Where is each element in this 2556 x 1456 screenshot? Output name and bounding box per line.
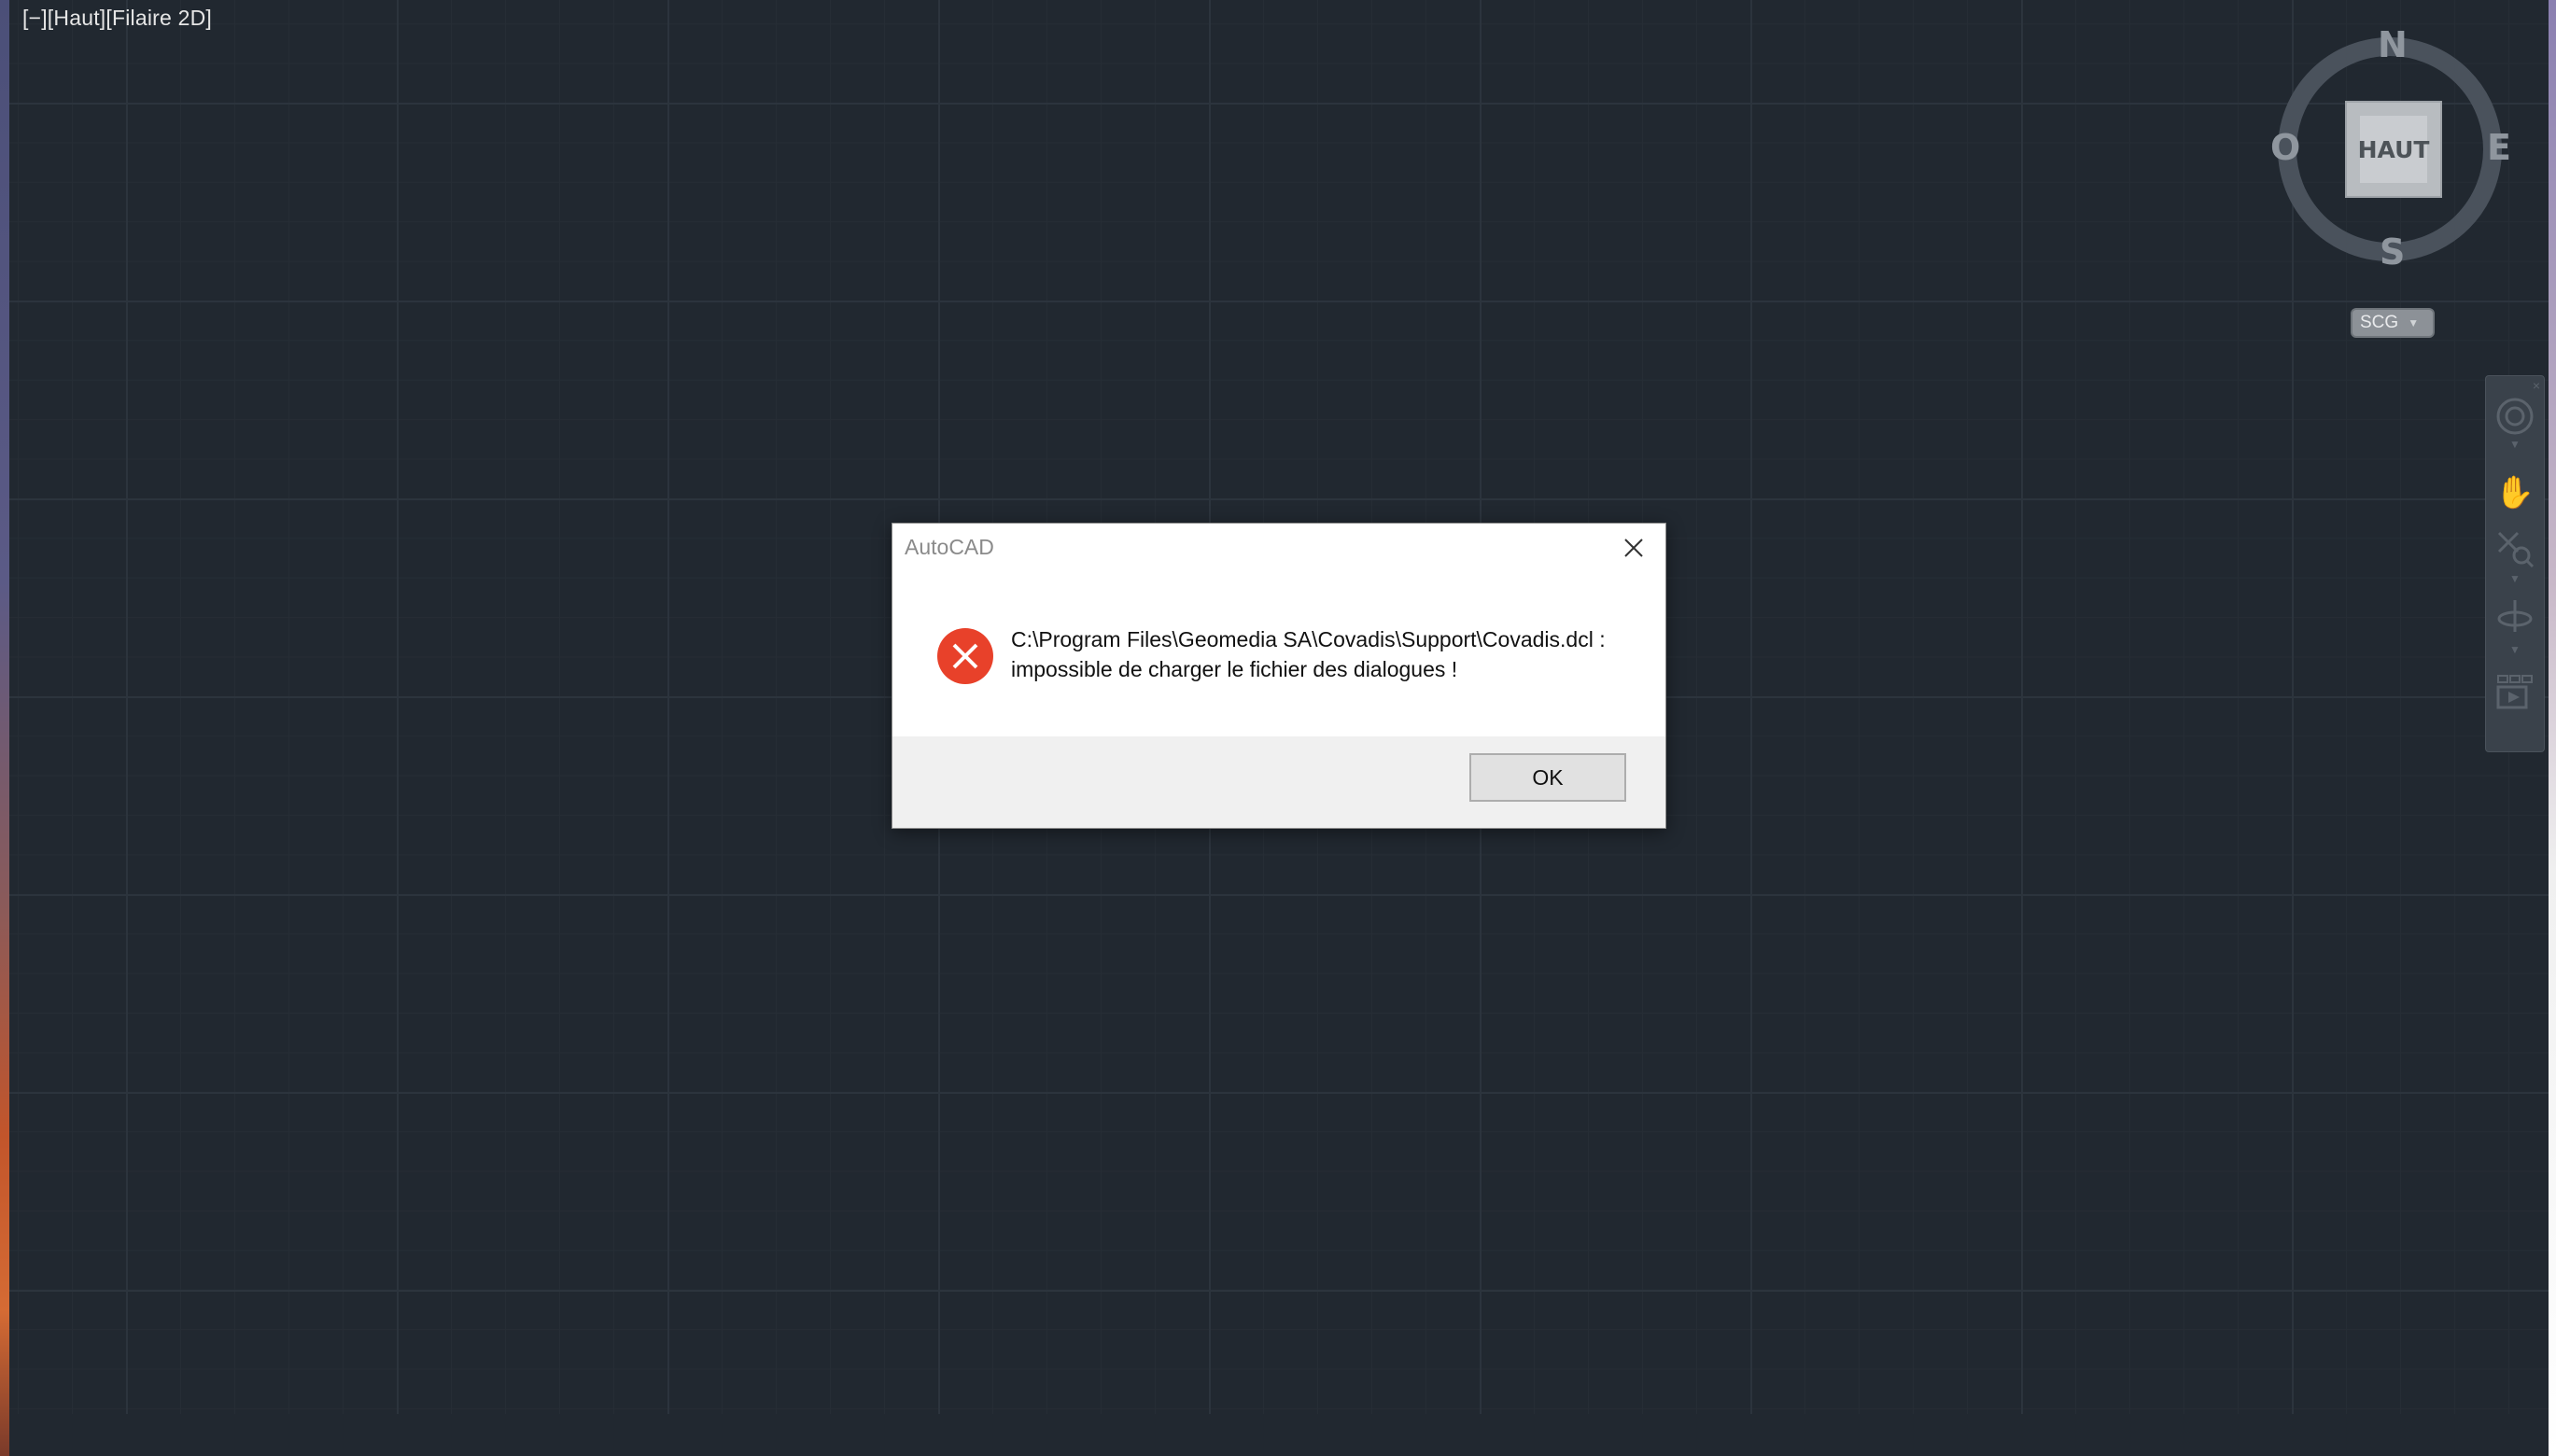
pan-hand-icon[interactable]: ✋ [2495, 473, 2535, 512]
dialog-footer: OK [892, 736, 1665, 828]
compass-west[interactable]: O [2270, 127, 2300, 168]
chevron-down-icon: ▼ [2408, 316, 2420, 329]
compass-north[interactable]: N [2378, 24, 2408, 65]
viewcube-face-top[interactable]: HAUT [2358, 116, 2429, 183]
viewport-controls-label[interactable]: [−][Haut][Filaire 2D] [22, 6, 212, 31]
error-icon [937, 628, 993, 684]
dialog-title: AutoCAD [905, 535, 994, 559]
chevron-down-icon[interactable]: ▼ [2508, 438, 2521, 451]
error-message-line2: impossible de charger le fichier des dia… [1011, 657, 1458, 681]
ok-button[interactable]: OK [1469, 753, 1626, 802]
drawing-area-bottom [9, 1414, 2549, 1456]
chevron-down-icon[interactable]: ▼ [2508, 572, 2521, 585]
desktop-background-right [2549, 0, 2556, 1456]
steering-wheel-icon[interactable] [2495, 397, 2535, 436]
desktop-background [0, 0, 9, 1456]
viewcube[interactable]: HAUT [2345, 101, 2442, 198]
orbit-icon[interactable] [2495, 596, 2535, 636]
error-message: C:\Program Files\Geomedia SA\Covadis\Sup… [1011, 624, 1646, 684]
compass-south[interactable]: S [2380, 231, 2405, 273]
zoom-extents-icon[interactable] [2495, 529, 2535, 568]
error-message-line1: C:\Program Files\Geomedia SA\Covadis\Sup… [1011, 627, 1606, 651]
navigation-bar: × ▼ ✋ ▼ ▼ [2485, 375, 2545, 752]
error-dialog: AutoCAD C:\Program Files\Geomedia SA\Cov… [892, 523, 1666, 829]
ucs-label: SCG [2360, 313, 2399, 332]
ucs-menu-button[interactable]: SCG ▼ [2351, 308, 2435, 338]
close-icon[interactable]: × [2533, 378, 2540, 393]
showmotion-icon[interactable] [2495, 673, 2535, 712]
chevron-down-icon[interactable]: ▼ [2508, 643, 2521, 656]
close-icon[interactable] [1617, 531, 1650, 565]
compass-east[interactable]: E [2487, 127, 2511, 168]
